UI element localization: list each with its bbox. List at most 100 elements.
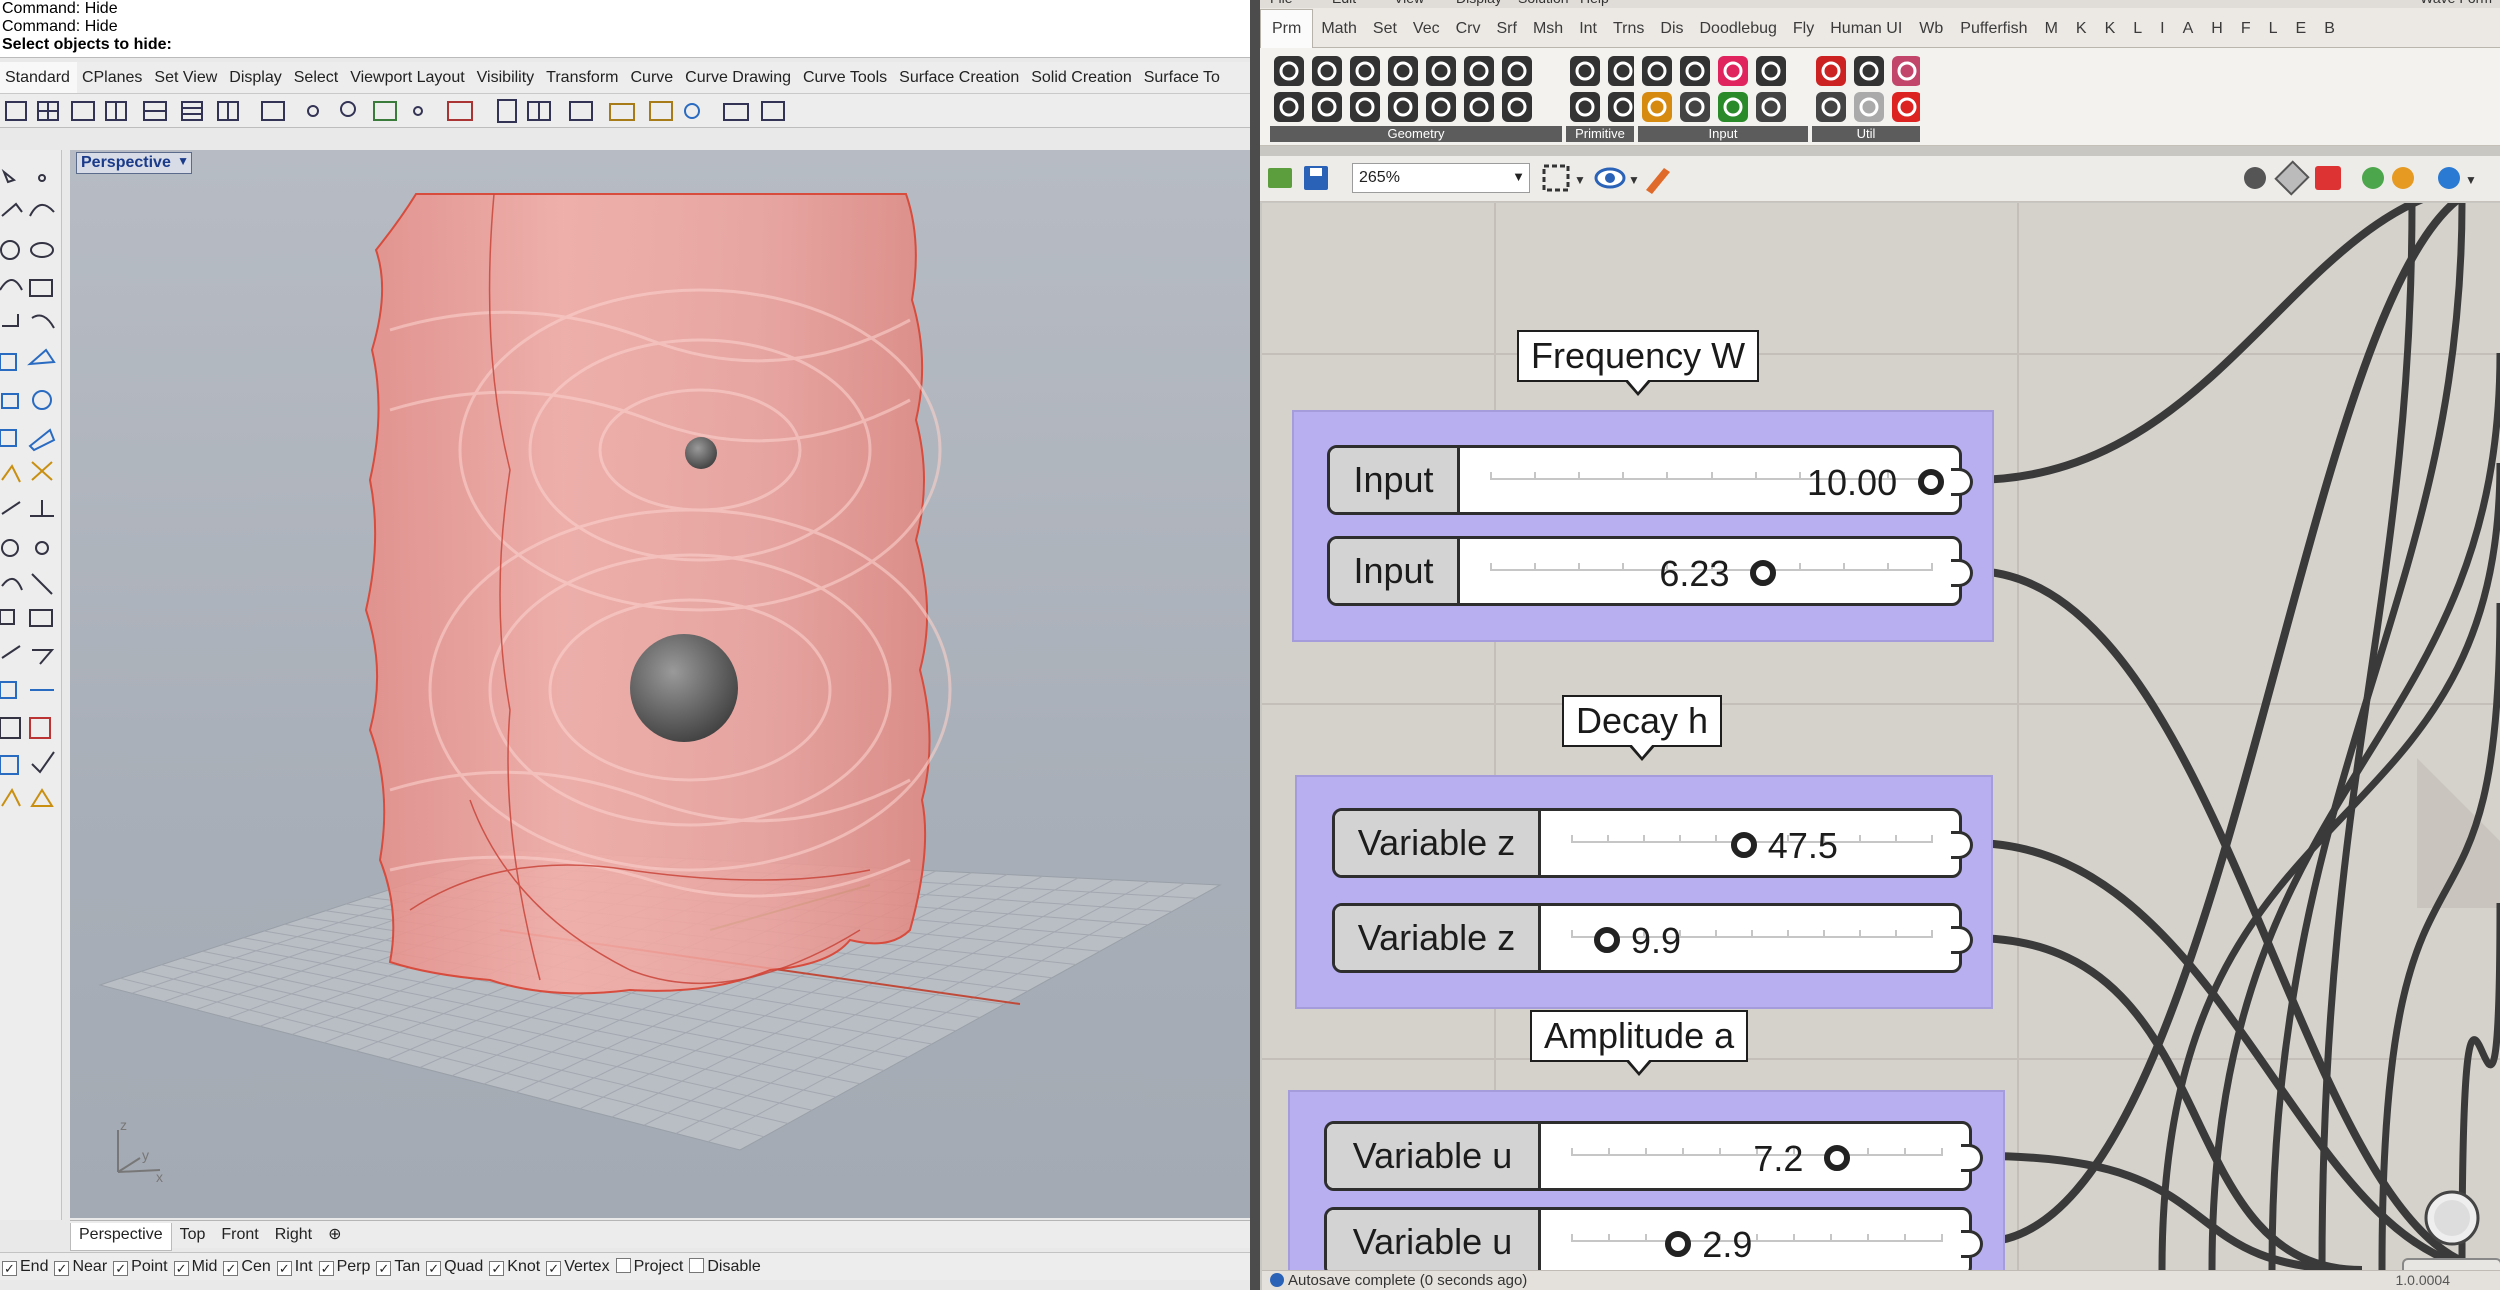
tab-l[interactable]: L: [2260, 8, 2287, 48]
curve-param-icon[interactable]: [1274, 92, 1304, 122]
number-slider[interactable]: Input 6.23: [1327, 536, 1973, 606]
explode-icon[interactable]: [1, 464, 21, 483]
single-viewport-icon[interactable]: [71, 101, 95, 121]
toolbar-tab-surface-tools[interactable]: Surface To: [1139, 62, 1227, 93]
print-icon[interactable]: [723, 103, 749, 121]
viewport-tab-perspective[interactable]: Perspective: [70, 1223, 172, 1251]
tab-h[interactable]: H: [2202, 8, 2232, 48]
osnap-cen[interactable]: ✓ Cen: [223, 1258, 271, 1276]
sphere-preview-icon[interactable]: [2438, 167, 2460, 189]
bake-icon[interactable]: [2362, 167, 2384, 189]
solid-icon[interactable]: [0, 681, 17, 699]
toolbar-tab-display[interactable]: Display: [224, 62, 288, 93]
ellipse-icon[interactable]: [30, 242, 54, 258]
wire[interactable]: [1981, 1152, 2363, 1270]
toolbar-tab-curve-tools[interactable]: Curve Tools: [798, 62, 894, 93]
arrow-outline-icon[interactable]: [1854, 92, 1884, 122]
wire[interactable]: [1971, 934, 2363, 1270]
folder-icon[interactable]: [609, 103, 635, 121]
tab-f[interactable]: F: [2232, 8, 2260, 48]
add-viewport-tab-icon[interactable]: ⊕: [320, 1221, 349, 1249]
slider-handle[interactable]: [1594, 927, 1620, 953]
tab-k[interactable]: K: [2067, 8, 2096, 48]
toolbar-tab-cplanes[interactable]: CPlanes: [77, 62, 149, 93]
toolbar-tab-set-view[interactable]: Set View: [149, 62, 224, 93]
draft-icon[interactable]: [32, 649, 55, 665]
tab-int[interactable]: Int: [1571, 8, 1605, 48]
boolean-icon[interactable]: [31, 461, 53, 481]
osnap-project[interactable]: Project: [615, 1258, 683, 1276]
osnap-end[interactable]: ✓ End: [2, 1258, 48, 1276]
viewport-tab-right[interactable]: Right: [267, 1223, 320, 1251]
tab-doodlebug[interactable]: Doodlebug: [1692, 8, 1785, 48]
select-arrow-icon[interactable]: [1, 168, 17, 184]
cylinder-icon[interactable]: [0, 429, 17, 447]
osnap-vertex[interactable]: ✓ Vertex: [546, 1258, 610, 1276]
number-param-icon[interactable]: [1570, 92, 1600, 122]
number-slider[interactable]: Variable u 2.9: [1324, 1207, 1983, 1270]
sketch-pen-icon[interactable]: [1646, 168, 1670, 194]
number-slider[interactable]: Variable u 7.2: [1324, 1121, 1983, 1191]
loft-icon[interactable]: [27, 348, 56, 366]
canvas-corner-widget[interactable]: [2402, 1258, 2500, 1270]
cherry-picker-icon[interactable]: [1816, 56, 1846, 86]
checkbox-checked-icon[interactable]: ✓: [223, 1261, 239, 1276]
checkbox-checked-icon[interactable]: ✓: [173, 1261, 189, 1276]
tab-set[interactable]: Set: [1365, 8, 1405, 48]
preview-selected-icon[interactable]: [2315, 166, 2341, 190]
checkbox-checked-icon[interactable]: ✓: [276, 1261, 292, 1276]
properties-icon[interactable]: [761, 101, 785, 121]
tab-k[interactable]: K: [2096, 8, 2125, 48]
brep-param-icon[interactable]: [1388, 56, 1418, 86]
group-title-scribble[interactable]: Decay h: [1562, 695, 1723, 761]
tab-trns[interactable]: Trns: [1605, 8, 1652, 48]
polyline-icon[interactable]: [1, 202, 23, 217]
render-icon[interactable]: [447, 101, 473, 121]
number-slider[interactable]: Variable z 9.9: [1332, 903, 1973, 973]
slider-handle[interactable]: [1665, 1231, 1692, 1257]
surface-icon[interactable]: [28, 428, 56, 452]
copy-icon[interactable]: [0, 609, 15, 625]
split-icon[interactable]: [30, 500, 54, 517]
rotate-icon[interactable]: [1, 578, 23, 591]
toolbar-tab-curve-drawing[interactable]: Curve Drawing: [680, 62, 798, 93]
viewport-menu-arrow-icon[interactable]: ▼: [177, 154, 189, 168]
layout-icon[interactable]: [181, 101, 203, 121]
menu-edit[interactable]: Edit: [1332, 0, 1356, 6]
arrow-right-icon[interactable]: [1854, 56, 1884, 86]
scale-icon[interactable]: [569, 101, 593, 121]
box-icon[interactable]: [0, 353, 17, 371]
graph-mapper-icon[interactable]: [1642, 92, 1672, 122]
navigation-compass-icon[interactable]: [2417, 1183, 2487, 1253]
slider-handle[interactable]: [1824, 1145, 1851, 1171]
curve-icon[interactable]: [29, 204, 55, 217]
lighting-icon[interactable]: [684, 103, 700, 119]
tab-l[interactable]: L: [2124, 8, 2151, 48]
circle-param-icon[interactable]: [1312, 56, 1342, 86]
attractor-point-small[interactable]: [685, 437, 717, 469]
offset-icon[interactable]: [31, 314, 55, 329]
tab-prm[interactable]: Prm: [1260, 9, 1314, 49]
trim-icon[interactable]: [1, 501, 21, 515]
point-param-icon[interactable]: [1388, 92, 1418, 122]
delete-icon[interactable]: [1274, 56, 1304, 86]
menu-help[interactable]: Help: [1580, 0, 1609, 6]
print-preview-icon[interactable]: [649, 101, 673, 121]
rotate-view-icon[interactable]: [413, 106, 423, 116]
move-icon[interactable]: [1, 645, 21, 659]
point-icon[interactable]: [307, 105, 319, 117]
viewport-tab-top[interactable]: Top: [172, 1223, 214, 1251]
gumball-icon[interactable]: [1, 539, 19, 557]
tree-icon[interactable]: [1816, 92, 1846, 122]
circle-icon[interactable]: [0, 240, 20, 260]
open-file-icon[interactable]: [1268, 168, 1292, 188]
toolbar-tab-viewport-layout[interactable]: Viewport Layout: [345, 62, 471, 93]
wire[interactable]: [1971, 567, 2500, 1270]
toolbar-tab-solid-creation[interactable]: Solid Creation: [1026, 62, 1139, 93]
rectangle-icon[interactable]: [29, 279, 53, 297]
checkbox-checked-icon[interactable]: ✓: [376, 1261, 392, 1276]
osnap-point[interactable]: ✓ Point: [113, 1258, 168, 1276]
block-icon[interactable]: [29, 717, 51, 739]
menu-display[interactable]: Display: [1456, 0, 1502, 6]
button-icon[interactable]: [1680, 56, 1710, 86]
